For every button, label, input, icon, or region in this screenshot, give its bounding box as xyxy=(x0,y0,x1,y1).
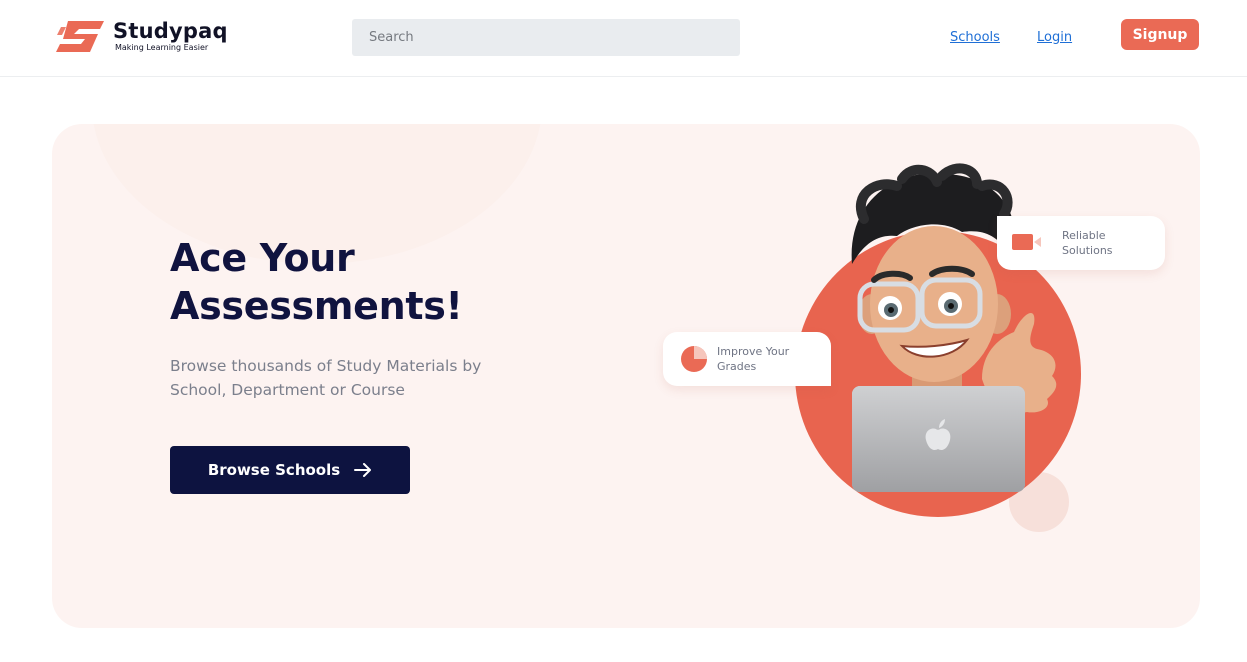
signup-button[interactable]: Signup xyxy=(1121,19,1199,50)
pie-chart-icon xyxy=(681,346,707,372)
search-input[interactable] xyxy=(352,19,740,56)
nav-link-schools[interactable]: Schools xyxy=(950,30,1000,45)
brand-name: Studypaq xyxy=(113,19,228,43)
top-nav: Studypaq Making Learning Easier Schools … xyxy=(0,0,1247,77)
student-avatar-illustration xyxy=(795,163,1081,532)
brand-tagline: Making Learning Easier xyxy=(115,43,209,52)
studypaq-logo-icon xyxy=(56,21,104,52)
reliable-solutions-card: Reliable Solutions xyxy=(997,216,1165,270)
video-camera-icon xyxy=(1012,234,1041,250)
improve-grades-card: Improve Your Grades xyxy=(663,332,831,386)
hero-banner: Ace Your Assessments! Browse thousands o… xyxy=(52,124,1200,628)
logo-text: Studypaq Making Learning Easier xyxy=(113,19,228,53)
nav-link-login[interactable]: Login xyxy=(1037,30,1072,45)
improve-grades-label: Improve Your Grades xyxy=(717,345,790,373)
brand-logo[interactable]: Studypaq Making Learning Easier xyxy=(54,18,228,54)
laptop xyxy=(852,386,1025,492)
reliable-solutions-label: Reliable Solutions xyxy=(1062,229,1113,257)
